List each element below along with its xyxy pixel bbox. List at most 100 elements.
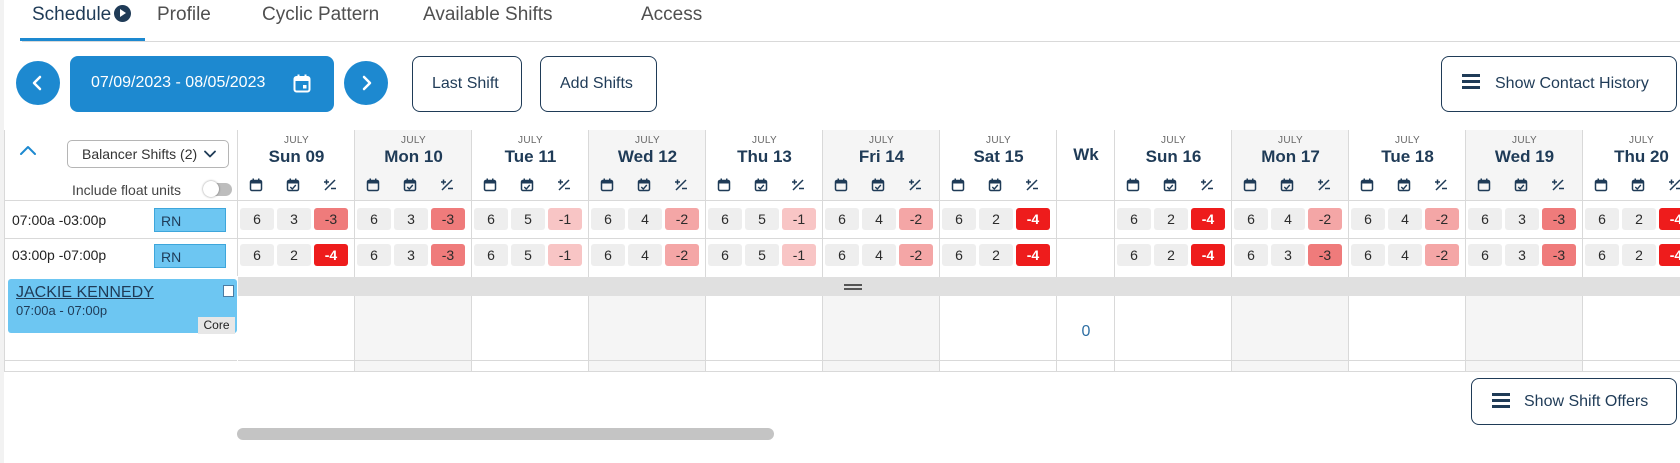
variance-cell[interactable]: -2: [1308, 208, 1342, 230]
scheduled-count-cell[interactable]: 5: [511, 244, 545, 266]
variance-cell[interactable]: -3: [1542, 208, 1576, 230]
day-header[interactable]: JULY Tue 18: [1349, 135, 1466, 167]
required-count-cell[interactable]: 6: [1351, 244, 1385, 266]
required-count-cell[interactable]: 6: [1585, 244, 1619, 266]
date-range-picker[interactable]: 07/09/2023 - 08/05/2023: [70, 56, 334, 112]
scheduled-count-cell[interactable]: 2: [1622, 208, 1656, 230]
day-header[interactable]: JULY Mon 17: [1232, 135, 1349, 167]
scheduled-count-cell[interactable]: 4: [1388, 208, 1422, 230]
variance-cell[interactable]: -2: [899, 208, 933, 230]
scheduled-count-cell[interactable]: 3: [1505, 208, 1539, 230]
day-header[interactable]: JULY Tue 11: [472, 135, 589, 167]
required-count-cell[interactable]: 6: [240, 208, 274, 230]
tab-cyclic-pattern[interactable]: Cyclic Pattern: [262, 4, 379, 26]
tab-available-shifts[interactable]: Available Shifts: [423, 4, 553, 26]
required-count-cell[interactable]: 6: [942, 208, 976, 230]
scheduled-count-cell[interactable]: 4: [1388, 244, 1422, 266]
scheduled-count-cell[interactable]: 4: [628, 208, 662, 230]
horizontal-scrollbar[interactable]: [237, 428, 774, 440]
scheduled-count-cell[interactable]: 2: [979, 208, 1013, 230]
show-contact-history-button[interactable]: Show Contact History: [1441, 56, 1677, 112]
splitter-grip-icon[interactable]: [844, 284, 862, 290]
required-count-cell[interactable]: 6: [357, 208, 391, 230]
variance-cell[interactable]: -2: [1425, 244, 1459, 266]
scheduled-count-cell[interactable]: 2: [1622, 244, 1656, 266]
required-count-cell[interactable]: 6: [240, 244, 274, 266]
scheduled-count-cell[interactable]: 2: [277, 244, 311, 266]
scheduled-count-cell[interactable]: 2: [979, 244, 1013, 266]
variance-cell[interactable]: -2: [899, 244, 933, 266]
variance-cell[interactable]: -3: [1308, 244, 1342, 266]
day-header[interactable]: JULY Fri 14: [823, 135, 940, 167]
pane-splitter[interactable]: [5, 277, 1680, 296]
variance-cell[interactable]: -1: [782, 208, 816, 230]
scheduled-count-cell[interactable]: 3: [394, 208, 428, 230]
required-count-cell[interactable]: 6: [825, 244, 859, 266]
required-count-cell[interactable]: 6: [591, 244, 625, 266]
variance-cell[interactable]: -3: [314, 208, 348, 230]
variance-cell[interactable]: -3: [431, 208, 465, 230]
scheduled-count-cell[interactable]: 4: [628, 244, 662, 266]
employee-name-link[interactable]: JACKIE KENNEDY: [16, 284, 154, 302]
employee-card[interactable]: JACKIE KENNEDY 07:00a - 07:00p Core: [8, 279, 237, 334]
balancer-shifts-select[interactable]: Balancer Shifts (2): [67, 140, 229, 168]
include-float-units-toggle[interactable]: [203, 181, 232, 197]
last-shift-button[interactable]: Last Shift: [412, 56, 522, 112]
required-count-cell[interactable]: 6: [942, 244, 976, 266]
tab-profile[interactable]: Profile: [157, 4, 211, 26]
required-count-cell[interactable]: 6: [825, 208, 859, 230]
show-shift-offers-button[interactable]: Show Shift Offers: [1471, 378, 1677, 425]
required-count-cell[interactable]: 6: [591, 208, 625, 230]
scheduled-count-cell[interactable]: 3: [394, 244, 428, 266]
variance-cell[interactable]: -2: [665, 208, 699, 230]
variance-cell[interactable]: -2: [1425, 208, 1459, 230]
day-header[interactable]: JULY Sat 15: [940, 135, 1057, 167]
day-header[interactable]: JULY Thu 20: [1583, 135, 1680, 167]
required-count-cell[interactable]: 6: [708, 244, 742, 266]
scheduled-count-cell[interactable]: 4: [862, 244, 896, 266]
required-count-cell[interactable]: 6: [1468, 208, 1502, 230]
variance-cell[interactable]: -4: [314, 244, 348, 266]
variance-cell[interactable]: -1: [548, 244, 582, 266]
required-count-cell[interactable]: 6: [357, 244, 391, 266]
day-header[interactable]: JULY Sun 16: [1115, 135, 1232, 167]
variance-cell[interactable]: -4: [1191, 208, 1225, 230]
variance-cell[interactable]: -2: [665, 244, 699, 266]
day-header[interactable]: JULY Wed 12: [589, 135, 706, 167]
day-header[interactable]: JULY Wed 19: [1466, 135, 1583, 167]
required-count-cell[interactable]: 6: [1468, 244, 1502, 266]
variance-cell[interactable]: -1: [548, 208, 582, 230]
day-header[interactable]: JULY Sun 09: [238, 135, 355, 167]
required-count-cell[interactable]: 6: [1117, 208, 1151, 230]
variance-cell[interactable]: -4: [1659, 244, 1680, 266]
scheduled-count-cell[interactable]: 4: [1271, 208, 1305, 230]
variance-cell[interactable]: -4: [1016, 208, 1050, 230]
scheduled-count-cell[interactable]: 5: [745, 244, 779, 266]
required-count-cell[interactable]: 6: [1585, 208, 1619, 230]
day-header[interactable]: JULY Thu 13: [706, 135, 823, 167]
tab-schedule[interactable]: Schedule: [19, 4, 146, 41]
required-count-cell[interactable]: 6: [474, 244, 508, 266]
scheduled-count-cell[interactable]: 2: [1154, 244, 1188, 266]
required-count-cell[interactable]: 6: [1351, 208, 1385, 230]
variance-cell[interactable]: -4: [1659, 208, 1680, 230]
variance-cell[interactable]: -4: [1191, 244, 1225, 266]
chevron-up-icon[interactable]: [19, 144, 37, 156]
variance-cell[interactable]: -1: [782, 244, 816, 266]
required-count-cell[interactable]: 6: [1234, 244, 1268, 266]
note-icon[interactable]: [223, 285, 234, 297]
scheduled-count-cell[interactable]: 5: [745, 208, 779, 230]
scheduled-count-cell[interactable]: 2: [1154, 208, 1188, 230]
required-count-cell[interactable]: 6: [1234, 208, 1268, 230]
tab-access[interactable]: Access: [641, 4, 702, 26]
required-count-cell[interactable]: 6: [474, 208, 508, 230]
variance-cell[interactable]: -4: [1016, 244, 1050, 266]
variance-cell[interactable]: -3: [431, 244, 465, 266]
scheduled-count-cell[interactable]: 5: [511, 208, 545, 230]
previous-period-button[interactable]: [16, 61, 60, 105]
play-circle-icon[interactable]: [114, 5, 132, 22]
scheduled-count-cell[interactable]: 3: [1271, 244, 1305, 266]
scheduled-count-cell[interactable]: 3: [1505, 244, 1539, 266]
next-period-button[interactable]: [344, 61, 388, 105]
add-shifts-button[interactable]: Add Shifts: [540, 56, 657, 112]
